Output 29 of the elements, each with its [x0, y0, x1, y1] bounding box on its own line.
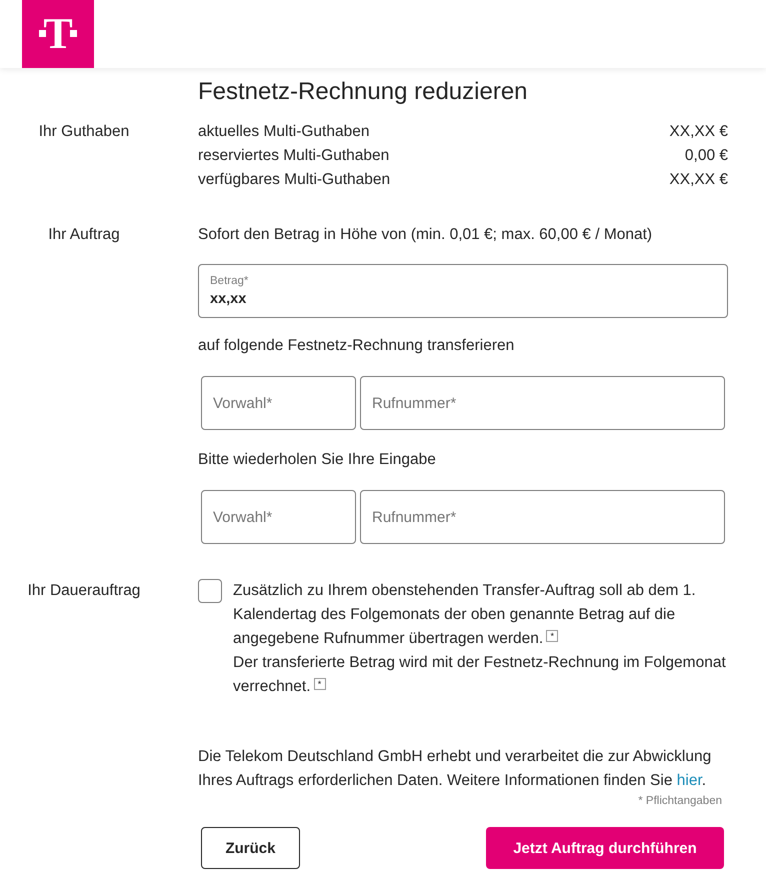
section-label: Ihr Dauerauftrag [26, 581, 142, 601]
balance-name: verfügbares Multi-Guthaben [198, 170, 390, 190]
page-title: Festnetz-Rechnung reduzieren [198, 78, 529, 106]
balance-value: XX,XX € [669, 170, 728, 190]
privacy-text: Die Telekom Deutschland GmbH erhebt und verarbeitet die zur Abwicklung Ihres Auftrags erforderlichen Daten. Weitere Informationen finden Sie hier. [198, 747, 712, 791]
balance-name: aktuelles Multi-Guthaben [198, 122, 370, 142]
required-note: * Pflichtangaben [637, 795, 722, 807]
consent-text: Der transferierte Betrag wird mit der Festnetz-Rechnung im Folgemonat verrechnet. * [233, 653, 727, 697]
footnote-mark[interactable]: * [314, 678, 326, 690]
section-label: Ihr Auftrag [47, 225, 121, 245]
balance-value: XX,XX € [669, 122, 728, 142]
checkbox[interactable] [198, 579, 222, 603]
repeat-text: Bitte wiederholen Sie Ihre Eingabe [198, 450, 437, 470]
balance-value: 0,00 € [684, 146, 728, 166]
area-code-field[interactable]: Vorwahl* [201, 490, 356, 544]
logo[interactable]: T [22, 0, 94, 68]
submit-button[interactable]: Jetzt Auftrag durchführen [486, 827, 724, 869]
phone-number-field[interactable]: Rufnummer* [360, 376, 725, 430]
amount-field[interactable]: Betrag* xx,xx [198, 264, 728, 318]
balance-name: reserviertes Multi-Guthaben [198, 146, 390, 166]
consent-text: Zusätzlich zu Ihrem obenstehenden Transfer-Auftrag soll ab dem 1. Kalendertag des Folgemonats der oben genannte Betrag auf die angegebene Rufnummer übertragen werden. * [233, 581, 697, 649]
phone-number-field[interactable]: Rufnummer* [360, 490, 725, 544]
info-link[interactable]: hier [676, 772, 702, 789]
back-button[interactable]: Zurück [201, 827, 300, 869]
transfer-text: auf folgende Festnetz-Rechnung transferieren [198, 336, 516, 356]
area-code-field[interactable]: Vorwahl* [201, 376, 356, 430]
section-label: Ihr Guthaben [38, 122, 130, 142]
footnote-mark[interactable]: * [546, 630, 558, 642]
amount-intro: Sofort den Betrag in Höhe von (min. 0,01 €; max. 60,00 € / Monat) [198, 225, 654, 245]
